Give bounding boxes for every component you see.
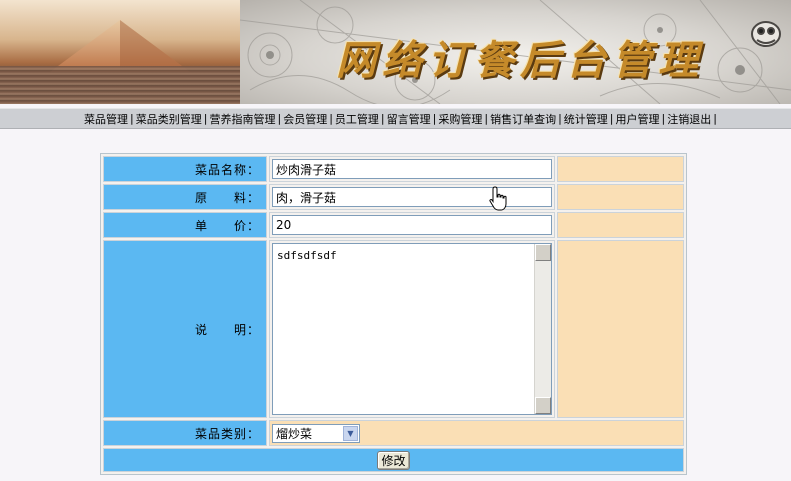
top-nav: 菜品管理 | 菜品类别管理 | 营养指南管理 | 会员管理 | 员工管理 | 留言管理 | 采购管理 | 销… — [0, 108, 791, 129]
description-textarea[interactable]: sdfsdfsdf — [272, 243, 552, 415]
spare-cell — [557, 184, 684, 210]
hand-cursor-icon — [489, 186, 507, 211]
description-text: sdfsdfsdf — [277, 249, 337, 262]
nav-item[interactable]: 销售订单查询 — [489, 111, 557, 127]
pyramid-image — [50, 20, 190, 72]
nav-item[interactable]: 统计管理 — [563, 111, 609, 127]
description-label: 说 明： — [103, 240, 267, 418]
textarea-scrollbar[interactable] — [534, 244, 551, 414]
category-select[interactable]: 熘炒菜 ▼ — [272, 423, 360, 443]
dish-edit-form: 菜品名称： 炒肉滑子菇 原 料： 肉，滑子菇 单 价： 20 说 明： sdfs… — [100, 153, 687, 475]
nav-item[interactable]: 菜品类别管理 — [135, 111, 203, 127]
category-label: 菜品类别： — [103, 420, 267, 446]
spare-cell — [557, 240, 684, 418]
nav-item[interactable]: 注销退出 — [666, 111, 712, 127]
spare-cell — [557, 212, 684, 238]
ingredients-label: 原 料： — [103, 184, 267, 210]
dish-name-label: 菜品名称： — [103, 156, 267, 182]
banner-photo — [0, 0, 240, 104]
nav-item[interactable]: 菜品管理 — [83, 111, 129, 127]
spare-cell — [557, 156, 684, 182]
category-selected: 熘炒菜 — [276, 426, 313, 441]
nav-separator: | — [713, 112, 717, 125]
price-label: 单 价： — [103, 212, 267, 238]
nav-item[interactable]: 会员管理 — [282, 111, 328, 127]
chevron-down-icon[interactable]: ▼ — [343, 425, 358, 441]
nav-item[interactable]: 用户管理 — [615, 111, 661, 127]
nav-item[interactable]: 员工管理 — [334, 111, 380, 127]
banner-graphic: 网络订餐后台管理 — [240, 0, 791, 104]
header-banner: 网络订餐后台管理 — [0, 0, 791, 104]
dish-name-input[interactable]: 炒肉滑子菇 — [272, 159, 552, 179]
nav-item[interactable]: 采购管理 — [437, 111, 483, 127]
nav-item[interactable]: 营养指南管理 — [208, 111, 276, 127]
price-input[interactable]: 20 — [272, 215, 552, 235]
scroll-up-button[interactable] — [535, 244, 551, 261]
modify-button[interactable]: 修改 — [377, 450, 410, 470]
banner-title: 网络订餐后台管理 — [336, 37, 704, 84]
submit-row: 修改 — [103, 448, 684, 472]
ingredients-input[interactable]: 肉，滑子菇 — [272, 187, 552, 207]
nav-item[interactable]: 留言管理 — [386, 111, 432, 127]
scroll-down-button[interactable] — [535, 397, 551, 414]
